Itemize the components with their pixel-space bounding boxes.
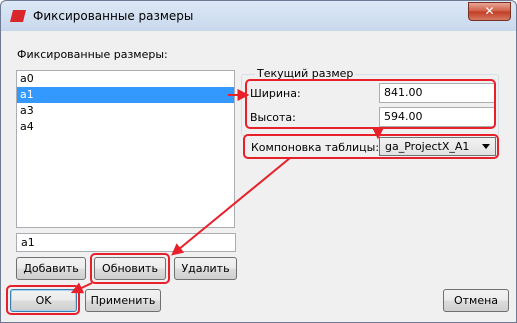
sizes-list[interactable]: a0 a1 a3 a4 <box>16 70 235 228</box>
app-icon <box>10 10 26 22</box>
chevron-down-icon <box>482 144 490 149</box>
width-label: Ширина: <box>250 87 301 100</box>
title-bar[interactable]: Фиксированные размеры ✕ <box>1 1 516 31</box>
sizes-list-label: Фиксированные размеры: <box>17 48 168 61</box>
delete-button[interactable]: Удалить <box>174 257 237 280</box>
window-title: Фиксированные размеры <box>33 9 194 23</box>
list-item-selected[interactable]: a1 <box>17 87 234 103</box>
size-name-input[interactable] <box>16 233 236 252</box>
width-input[interactable]: 841.00 <box>379 83 495 103</box>
height-label: Высота: <box>250 111 296 124</box>
list-item[interactable]: a3 <box>17 103 234 119</box>
add-button[interactable]: Добавить <box>16 257 86 280</box>
ok-button[interactable]: OK <box>10 289 77 312</box>
list-item[interactable]: a0 <box>17 71 234 87</box>
layout-dropdown-value: ga_ProjectX_A1 <box>385 140 470 153</box>
apply-button[interactable]: Применить <box>85 289 161 312</box>
height-input[interactable]: 594.00 <box>379 107 495 127</box>
close-button[interactable]: ✕ <box>468 2 511 21</box>
current-size-title: Текущий размер <box>255 67 356 80</box>
cancel-button[interactable]: Отмена <box>443 289 509 312</box>
layout-label: Компоновка таблицы: <box>251 141 380 154</box>
update-button[interactable]: Обновить <box>94 257 166 280</box>
layout-dropdown[interactable]: ga_ProjectX_A1 <box>379 137 496 156</box>
list-item[interactable]: a4 <box>17 119 234 135</box>
